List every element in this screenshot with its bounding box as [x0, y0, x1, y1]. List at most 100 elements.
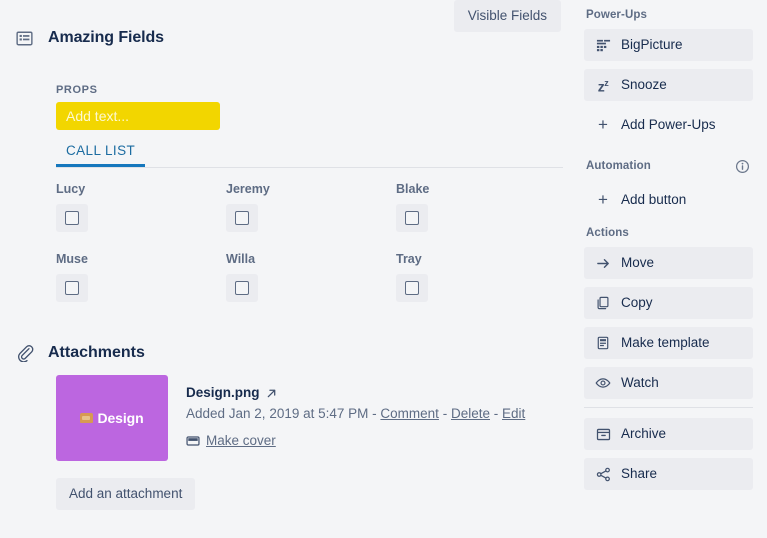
props-label: PROPS [56, 84, 98, 96]
add-powerups-label: Add Power-Ups [621, 117, 716, 132]
checkbox-label: Willa [226, 252, 256, 266]
checkbox-cell: Muse [56, 252, 226, 302]
design-file-glyph-icon [80, 413, 94, 423]
visible-fields-button[interactable]: Visible Fields [453, 0, 561, 32]
info-circle-icon[interactable] [731, 155, 753, 177]
eye-icon [595, 375, 611, 391]
powerup-label: Snooze [621, 77, 667, 92]
checkbox-willa[interactable] [226, 274, 258, 302]
tabs-container: CALL LIST [56, 140, 563, 168]
action-watch[interactable]: Watch [584, 367, 753, 399]
attachments-header-row: Attachments [0, 343, 575, 363]
checkbox-cell: Lucy [56, 182, 226, 232]
attachment-delete-link[interactable]: Delete [451, 406, 490, 421]
action-archive[interactable]: Archive [584, 418, 753, 450]
meta-separator: - [442, 406, 448, 421]
automation-heading-label: Automation [586, 160, 651, 172]
add-button-label: Add button [621, 192, 687, 207]
main-content-column: Amazing Fields Visible Fields PROPS CALL… [0, 0, 575, 538]
actions-group: Actions Move Copy Make template Watch Ar… [584, 226, 753, 490]
cover-icon [186, 434, 200, 448]
attachment-item: Design Design.png Added Jan 2, 2019 at 5… [56, 375, 561, 461]
checkbox-jeremy[interactable] [226, 204, 258, 232]
plus-icon: + [598, 115, 608, 134]
meta-separator: - [372, 406, 377, 421]
checkbox-cell: Tray [396, 252, 566, 302]
action-move[interactable]: Move [584, 247, 753, 279]
attachment-comment-link[interactable]: Comment [380, 406, 439, 421]
checkbox-label: Lucy [56, 182, 86, 196]
checkbox-label: Blake [396, 182, 430, 196]
powerup-bigpicture[interactable]: BigPicture [584, 29, 753, 61]
checkbox-square-icon [405, 211, 419, 225]
checkbox-tray[interactable] [396, 274, 428, 302]
checkbox-cell: Willa [226, 252, 396, 302]
attachment-metadata: Design.png Added Jan 2, 2019 at 5:47 PM … [186, 375, 525, 461]
checkbox-cell: Jeremy [226, 182, 396, 232]
powerup-label: BigPicture [621, 37, 683, 52]
attachment-edit-link[interactable]: Edit [502, 406, 525, 421]
add-button-action[interactable]: + Add button [584, 184, 753, 216]
action-label: Move [621, 255, 655, 270]
card-detail-screen: Amazing Fields Visible Fields PROPS CALL… [0, 0, 767, 538]
copy-icon [595, 296, 611, 310]
actions-heading-label: Actions [586, 227, 629, 239]
share-icon [595, 467, 611, 482]
checkbox-square-icon [235, 281, 249, 295]
action-label: Watch [621, 375, 659, 390]
action-share[interactable]: Share [584, 458, 753, 490]
automation-group: Automation + Add button [584, 155, 753, 216]
checkbox-square-icon [235, 211, 249, 225]
add-attachment-button[interactable]: Add an attachment [56, 478, 196, 510]
props-field-group: PROPS [56, 84, 220, 130]
actions-divider [584, 407, 753, 408]
checkbox-label: Jeremy [226, 182, 270, 196]
checkbox-square-icon [65, 281, 79, 295]
checkbox-cell: Blake [396, 182, 566, 232]
checkbox-label: Muse [56, 252, 88, 266]
page-title: Amazing Fields [48, 29, 164, 46]
powerups-heading: Power-Ups [584, 8, 753, 29]
automation-heading: Automation [584, 155, 753, 184]
tab-call-list[interactable]: CALL LIST [56, 140, 146, 167]
attachment-added-date: Added Jan 2, 2019 at 5:47 PM [186, 406, 369, 421]
props-text-input[interactable] [56, 102, 220, 130]
actions-heading: Actions [584, 226, 753, 247]
thumbnail-content: Design [80, 410, 144, 426]
list-view-icon [16, 30, 48, 47]
powerups-group: Power-Ups BigPicture zz Snooze + Add Pow… [584, 8, 753, 141]
external-link-icon[interactable] [266, 388, 277, 399]
action-label: Make template [621, 335, 710, 350]
checkbox-square-icon [65, 211, 79, 225]
attachment-submeta: Added Jan 2, 2019 at 5:47 PM - Comment -… [186, 405, 525, 423]
plus-icon: + [598, 190, 608, 209]
bigpicture-grid-icon [595, 38, 611, 53]
make-cover-row: Make cover [186, 433, 525, 449]
action-copy[interactable]: Copy [584, 287, 753, 319]
attachment-thumbnail[interactable]: Design [56, 375, 168, 461]
checkbox-muse[interactable] [56, 274, 88, 302]
snooze-z-icon: zz [595, 75, 611, 95]
tab-strip: CALL LIST [56, 140, 563, 168]
right-sidebar: Power-Ups BigPicture zz Snooze + Add Pow… [575, 0, 767, 538]
thumbnail-label: Design [97, 410, 144, 426]
make-cover-link[interactable]: Make cover [206, 433, 276, 449]
meta-separator: - [493, 406, 499, 421]
archive-icon [595, 427, 611, 442]
checkbox-lucy[interactable] [56, 204, 88, 232]
template-icon [595, 336, 611, 350]
checkbox-grid: Lucy Jeremy Blake Muse Willa Tray [56, 182, 563, 302]
checkbox-label: Tray [396, 252, 422, 266]
paperclip-icon [16, 344, 48, 362]
snooze-z-glyph: zz [597, 78, 609, 95]
attachment-filename[interactable]: Design.png [186, 385, 260, 401]
attachment-name-row: Design.png [186, 385, 525, 401]
powerups-heading-label: Power-Ups [586, 9, 647, 21]
action-make-template[interactable]: Make template [584, 327, 753, 359]
powerup-snooze[interactable]: zz Snooze [584, 69, 753, 101]
add-powerups-button[interactable]: + Add Power-Ups [584, 109, 753, 141]
action-label: Copy [621, 295, 653, 310]
attachments-title: Attachments [48, 344, 145, 361]
checkbox-blake[interactable] [396, 204, 428, 232]
checkbox-square-icon [405, 281, 419, 295]
